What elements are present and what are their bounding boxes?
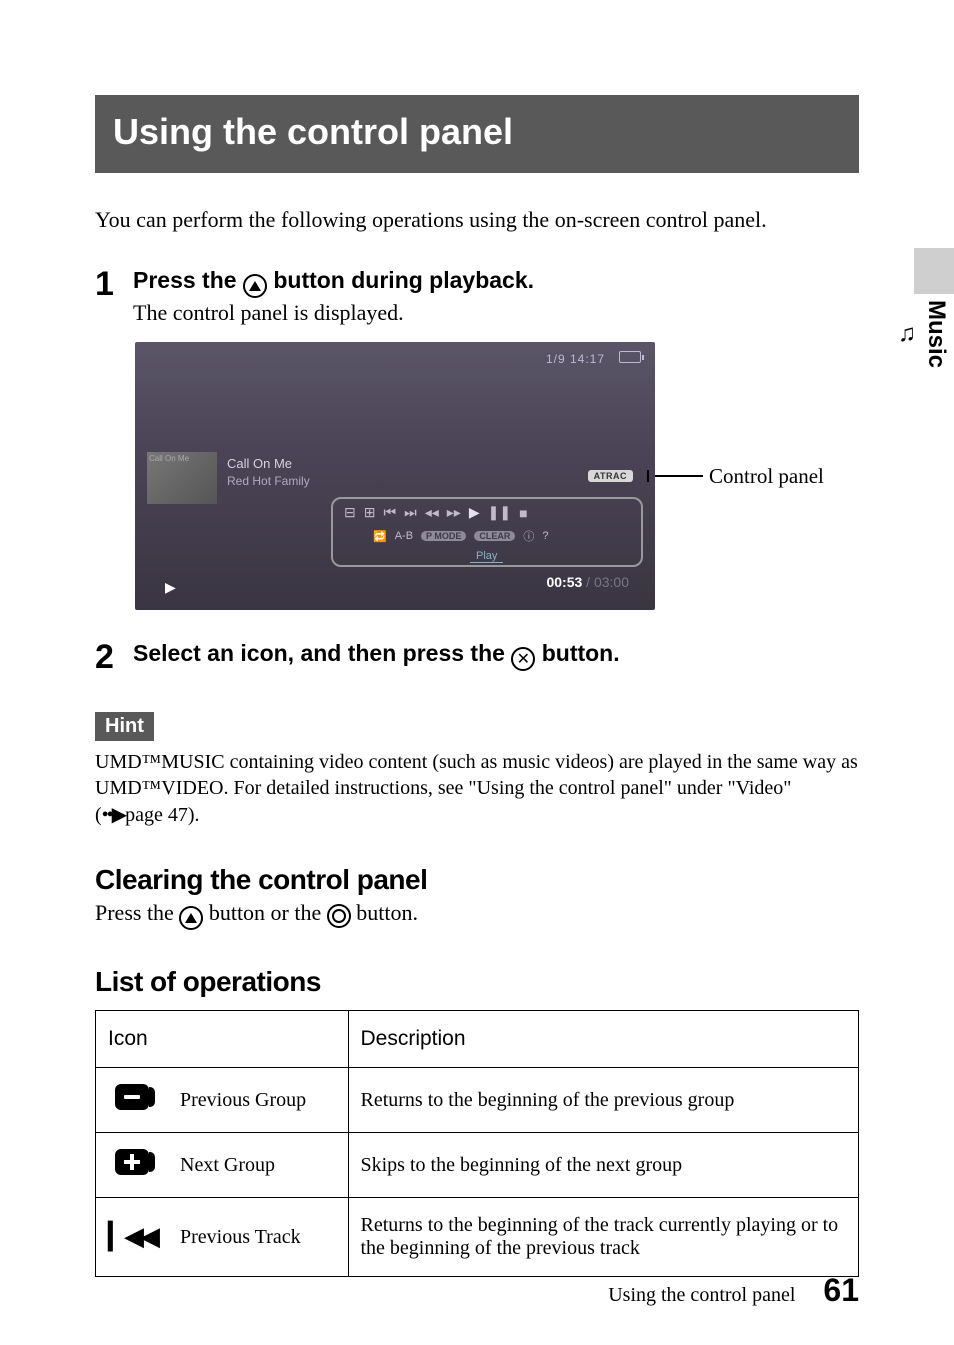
step-2-title-pre: Select an icon, and then press the — [133, 640, 511, 666]
operations-table: Icon Description Previous Group Returns … — [95, 1010, 859, 1277]
play-label: Play — [470, 550, 503, 563]
page-number: 61 — [823, 1272, 859, 1309]
xref-arrow-icon: ••▶ — [102, 804, 125, 826]
album-thumbnail: Call On Me — [147, 452, 217, 504]
clearing-text: Press the button or the button. — [95, 900, 859, 930]
triangle-button-icon — [179, 906, 203, 930]
forward-icon: ▸▸ — [447, 504, 461, 521]
hint-body: UMD™MUSIC containing video content (such… — [95, 749, 859, 828]
triangle-button-icon — [243, 274, 267, 298]
row-desc: Returns to the beginning of the previous… — [348, 1068, 859, 1133]
prev-track-icon: ⏮ — [383, 504, 396, 521]
artist-name: Red Hot Family — [227, 474, 310, 488]
page-title: Using the control panel — [95, 95, 859, 173]
row-name: Next Group — [168, 1133, 348, 1198]
clear-mid: button or the — [203, 900, 326, 925]
stop-icon: ■ — [519, 505, 527, 521]
track-title: Call On Me — [227, 456, 292, 471]
step-1-title-pre: Press the — [133, 267, 243, 293]
battery-icon — [619, 351, 641, 363]
step-1-title: Press the button during playback. — [133, 267, 859, 298]
step-number: 1 — [95, 267, 133, 326]
clear-pill: CLEAR — [474, 531, 515, 541]
page-footer: Using the control panel 61 — [608, 1272, 859, 1309]
table-row: ▎◀◀ Previous Track Returns to the beginn… — [96, 1198, 859, 1277]
step-2-title: Select an icon, and then press the ✕ but… — [133, 640, 859, 671]
time-sep: / — [582, 574, 594, 590]
x-button-icon: ✕ — [511, 647, 535, 671]
next-track-icon: ⏭ — [404, 504, 417, 521]
music-player-screenshot: 1/9 14:17 Call On Me Call On Me Red Hot … — [135, 342, 655, 610]
clear-pre: Press the — [95, 900, 179, 925]
playing-indicator-icon: ▶ — [165, 579, 176, 596]
icon-prev-track: ▎◀◀ — [96, 1198, 169, 1277]
time-current: 00:53 — [546, 574, 582, 590]
screenshot-figure: 1/9 14:17 Call On Me Call On Me Red Hot … — [135, 342, 859, 610]
table-row: Next Group Skips to the beginning of the… — [96, 1133, 859, 1198]
row-desc: Skips to the beginning of the next group — [348, 1133, 859, 1198]
codec-badge: ATRAC — [588, 470, 633, 482]
next-group-icon: ⊞ — [364, 504, 376, 521]
play-icon: ▶ — [469, 504, 480, 521]
time-total: 03:00 — [594, 574, 629, 590]
time-display: 00:53 / 03:00 — [546, 574, 629, 590]
step-2-title-post: button. — [535, 640, 619, 666]
pmode-pill: P MODE — [421, 531, 466, 541]
row-desc: Returns to the beginning of the track cu… — [348, 1198, 859, 1277]
footer-text: Using the control panel — [608, 1284, 795, 1307]
callout: Control panel — [655, 464, 824, 489]
help-icon: ? — [542, 530, 548, 542]
step-1-sub: The control panel is displayed. — [133, 300, 859, 326]
hint-xref: page 47). — [125, 804, 199, 826]
hint-label: Hint — [95, 712, 154, 741]
table-header-row: Icon Description — [96, 1011, 859, 1068]
row-name: Previous Track — [168, 1198, 348, 1277]
step-1-title-post: button during playback. — [267, 267, 534, 293]
callout-line — [655, 475, 703, 477]
header-desc: Description — [348, 1011, 859, 1068]
circle-button-icon — [327, 904, 351, 928]
intro-text: You can perform the following operations… — [95, 207, 859, 233]
icon-prev-group — [96, 1068, 169, 1133]
ab-label: A-B — [395, 530, 413, 542]
step-2: 2 Select an icon, and then press the ✕ b… — [95, 640, 859, 674]
prev-group-icon: ⊟ — [344, 504, 356, 521]
step-number: 2 — [95, 640, 133, 674]
heading-list-operations: List of operations — [95, 966, 859, 998]
panel-row-2: 🔁 A-B P MODE CLEAR ⓘ ? — [373, 528, 549, 544]
status-text: 1/9 14:17 — [546, 352, 605, 366]
icon-next-group — [96, 1133, 169, 1198]
rewind-icon: ◂◂ — [425, 504, 439, 521]
pause-icon: ❚❚ — [488, 504, 511, 521]
info-icon: ⓘ — [523, 528, 534, 544]
hint-body-text: UMD™MUSIC containing video content (such… — [95, 751, 858, 826]
repeat-icon: 🔁 — [373, 530, 387, 543]
callout-text: Control panel — [709, 464, 824, 489]
panel-row-1: ⊟ ⊞ ⏮ ⏭ ◂◂ ▸▸ ▶ ❚❚ ■ — [344, 504, 528, 521]
table-row: Previous Group Returns to the beginning … — [96, 1068, 859, 1133]
row-name: Previous Group — [168, 1068, 348, 1133]
clear-post: button. — [351, 900, 418, 925]
step-1: 1 Press the button during playback. The … — [95, 267, 859, 326]
heading-clearing: Clearing the control panel — [95, 864, 859, 896]
header-icon: Icon — [96, 1011, 349, 1068]
